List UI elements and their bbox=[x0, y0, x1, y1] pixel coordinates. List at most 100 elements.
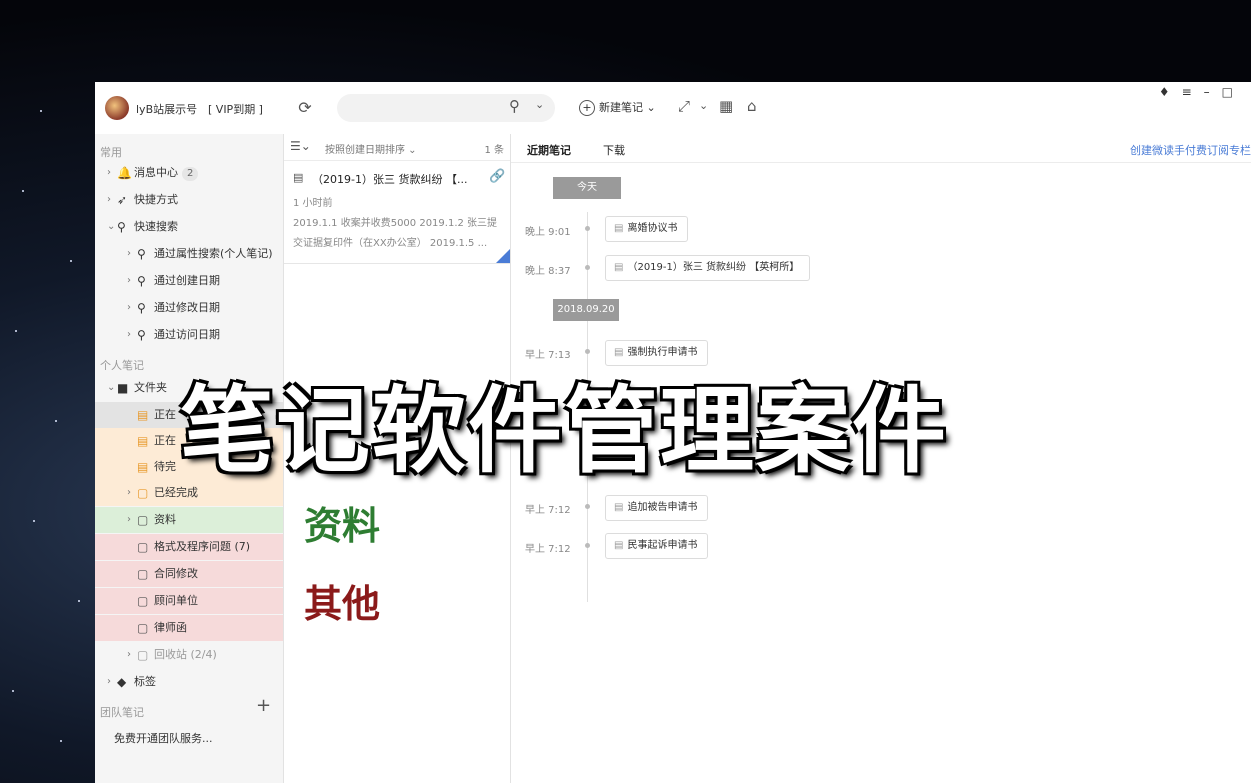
document-icon: ▤ bbox=[614, 502, 624, 513]
corner-marker bbox=[496, 249, 510, 263]
folder-icon: ■ bbox=[117, 381, 129, 395]
sidebar-item-quick-search[interactable]: ⌄ ⚲ 快速搜索 bbox=[95, 214, 283, 240]
sidebar-item-search-attr[interactable]: › ⚲ 通过属性搜索(个人笔记) bbox=[95, 241, 283, 267]
folder-icon: ▢ bbox=[137, 513, 149, 527]
headline-overlay: 笔记软件管理案件 bbox=[180, 377, 949, 486]
home-icon[interactable]: ⌂ bbox=[747, 97, 757, 115]
sidebar-item-materials[interactable]: › ▢ 资料 bbox=[95, 507, 283, 533]
snippet-line: 交证据复印件（在XX办公室） 2019.1.5 ... bbox=[293, 238, 488, 249]
chevron-down-icon[interactable]: ⌄ bbox=[535, 98, 544, 111]
note-title: （2019-1）张三 货款纠纷 【... bbox=[312, 173, 468, 186]
timeline-entry[interactable]: ▤ 追加被告申请书 bbox=[605, 495, 709, 521]
materials-annotation: 资料 bbox=[304, 504, 381, 548]
sidebar-item-label: 通过属性搜索(个人笔记) bbox=[154, 247, 273, 260]
account-name[interactable]: lyB站展示号 bbox=[136, 101, 197, 117]
list-view-icon[interactable]: ☰⌄ bbox=[290, 139, 311, 153]
menu-icon[interactable]: ≡ bbox=[1182, 85, 1204, 99]
sidebar-item-label: 快捷方式 bbox=[134, 193, 178, 206]
sync-icon[interactable]: ⟳ bbox=[295, 98, 315, 118]
chevron-down-icon: ⌄ bbox=[107, 382, 116, 393]
expand-icon[interactable]: ⤢ bbox=[678, 97, 690, 115]
grid-icon[interactable]: ▦ bbox=[719, 97, 733, 115]
search-icon: ⚲ bbox=[137, 247, 146, 261]
folder-icon: ▤ bbox=[137, 408, 149, 422]
sidebar-item-label: 资料 bbox=[154, 513, 176, 526]
sidebar-item-label: 正在 bbox=[154, 434, 176, 447]
star bbox=[15, 330, 17, 332]
sidebar-item-letter[interactable]: ▢ 律师函 bbox=[95, 615, 283, 641]
timeline-dot bbox=[585, 504, 590, 509]
section-personal: 个人笔记 bbox=[100, 359, 144, 372]
rocket-icon: ➶ bbox=[117, 193, 128, 207]
chevron-right-icon: › bbox=[127, 248, 131, 259]
document-icon: ▤ bbox=[614, 540, 624, 551]
sidebar-item-search-created[interactable]: › ⚲ 通过创建日期 bbox=[95, 268, 283, 294]
tab-bar: 近期笔记 下载 创建微读手付费订阅专栏 bbox=[511, 134, 1251, 163]
team-open-link[interactable]: 免费开通团队服务... bbox=[114, 730, 213, 746]
sidebar-item-tags[interactable]: › ◆ 标签 bbox=[95, 669, 283, 695]
document-icon: ▤ bbox=[614, 262, 624, 273]
timeline-entry[interactable]: ▤ （2019-1）张三 货款纠纷 【英柯所】 bbox=[605, 255, 811, 281]
sidebar-item-label: 通过创建日期 bbox=[154, 274, 220, 287]
tab-recent[interactable]: 近期笔记 bbox=[527, 142, 571, 158]
chevron-right-icon: › bbox=[127, 275, 131, 286]
chevron-right-icon: › bbox=[127, 649, 131, 660]
new-note-button[interactable]: + 新建笔记 ⌄ bbox=[579, 99, 656, 116]
tab-download[interactable]: 下载 bbox=[603, 142, 625, 158]
sidebar-item-shortcuts[interactable]: › ➶ 快捷方式 bbox=[95, 187, 283, 213]
sidebar-item-label: 顾问单位 bbox=[154, 594, 198, 607]
folder-icon: ▢ bbox=[137, 486, 149, 500]
chevron-right-icon: › bbox=[127, 487, 131, 498]
maximize-icon[interactable]: □ bbox=[1222, 85, 1245, 99]
vip-status[interactable]: [ VIP到期 ] bbox=[208, 101, 263, 117]
minimize-icon[interactable]: – bbox=[1204, 85, 1222, 99]
sidebar-item-label: 回收站 (2/4) bbox=[154, 648, 217, 661]
new-note-label: 新建笔记 bbox=[599, 101, 643, 114]
add-team-icon[interactable]: + bbox=[256, 695, 271, 716]
chevron-right-icon: › bbox=[107, 194, 111, 205]
sort-dropdown[interactable]: 按照创建日期排序 ⌄ bbox=[325, 141, 417, 156]
entry-title: 民事起诉申请书 bbox=[627, 540, 698, 551]
search-icon: ⚲ bbox=[117, 220, 126, 234]
search-icon: ⚲ bbox=[137, 274, 146, 288]
chevron-down-icon: ⌄ bbox=[107, 221, 116, 232]
date-pill-today: 今天 bbox=[553, 177, 621, 199]
snippet-line: 2019.1.1 收案并收费5000 2019.1.2 张三提 bbox=[293, 218, 498, 229]
star bbox=[33, 520, 35, 522]
timeline-entry[interactable]: ▤ 民事起诉申请书 bbox=[605, 533, 709, 559]
folder-icon: ▢ bbox=[137, 648, 149, 662]
sidebar-item-contract[interactable]: ▢ 合同修改 bbox=[95, 561, 283, 587]
chevron-right-icon: › bbox=[107, 167, 111, 178]
avatar[interactable] bbox=[105, 96, 129, 120]
star bbox=[22, 190, 24, 192]
timeline-dot bbox=[585, 226, 590, 231]
sidebar-item-format[interactable]: ▢ 格式及程序问题 (7) bbox=[95, 534, 283, 560]
window-controls: ♦≡–□ bbox=[1159, 85, 1245, 99]
star bbox=[60, 740, 62, 742]
sidebar-item-search-modified[interactable]: › ⚲ 通过修改日期 bbox=[95, 295, 283, 321]
sidebar-item-messages[interactable]: › 🔔 消息中心 2 bbox=[95, 160, 283, 186]
sidebar-item-label: 文件夹 bbox=[134, 381, 167, 394]
tag-icon: ◆ bbox=[117, 675, 127, 689]
pin-icon[interactable]: ♦ bbox=[1159, 85, 1182, 99]
timeline-entry[interactable]: ▤ 离婚协议书 bbox=[605, 216, 689, 242]
entry-time: 晚上 8:37 bbox=[525, 266, 571, 277]
document-icon: ▤ bbox=[293, 171, 304, 184]
note-count: 1 条 bbox=[484, 145, 504, 156]
search-input[interactable] bbox=[337, 94, 555, 122]
star bbox=[55, 420, 57, 422]
entry-title: （2019-1）张三 货款纠纷 【英柯所】 bbox=[627, 262, 800, 273]
subscription-link[interactable]: 创建微读手付费订阅专栏 bbox=[1130, 142, 1251, 158]
sidebar-item-trash[interactable]: › ▢ 回收站 (2/4) bbox=[95, 642, 283, 668]
sidebar-item-label: 通过访问日期 bbox=[154, 328, 220, 341]
search-icon[interactable]: ⚲ bbox=[509, 97, 520, 115]
section-team: 团队笔记 bbox=[100, 706, 144, 719]
entry-title: 追加被告申请书 bbox=[627, 502, 698, 513]
star bbox=[70, 260, 72, 262]
sidebar-item-search-visited[interactable]: › ⚲ 通过访问日期 bbox=[95, 322, 283, 348]
list-item[interactable]: ▤ （2019-1）张三 货款纠纷 【... 🔗 1 小时前 2019.1.1 … bbox=[284, 161, 510, 264]
sort-label: 按照创建日期排序 bbox=[325, 145, 405, 156]
search-icon: ⚲ bbox=[137, 301, 146, 315]
sidebar-item-advisor[interactable]: ▢ 顾问单位 bbox=[95, 588, 283, 614]
chevron-down-icon[interactable]: ⌄ bbox=[699, 99, 708, 112]
